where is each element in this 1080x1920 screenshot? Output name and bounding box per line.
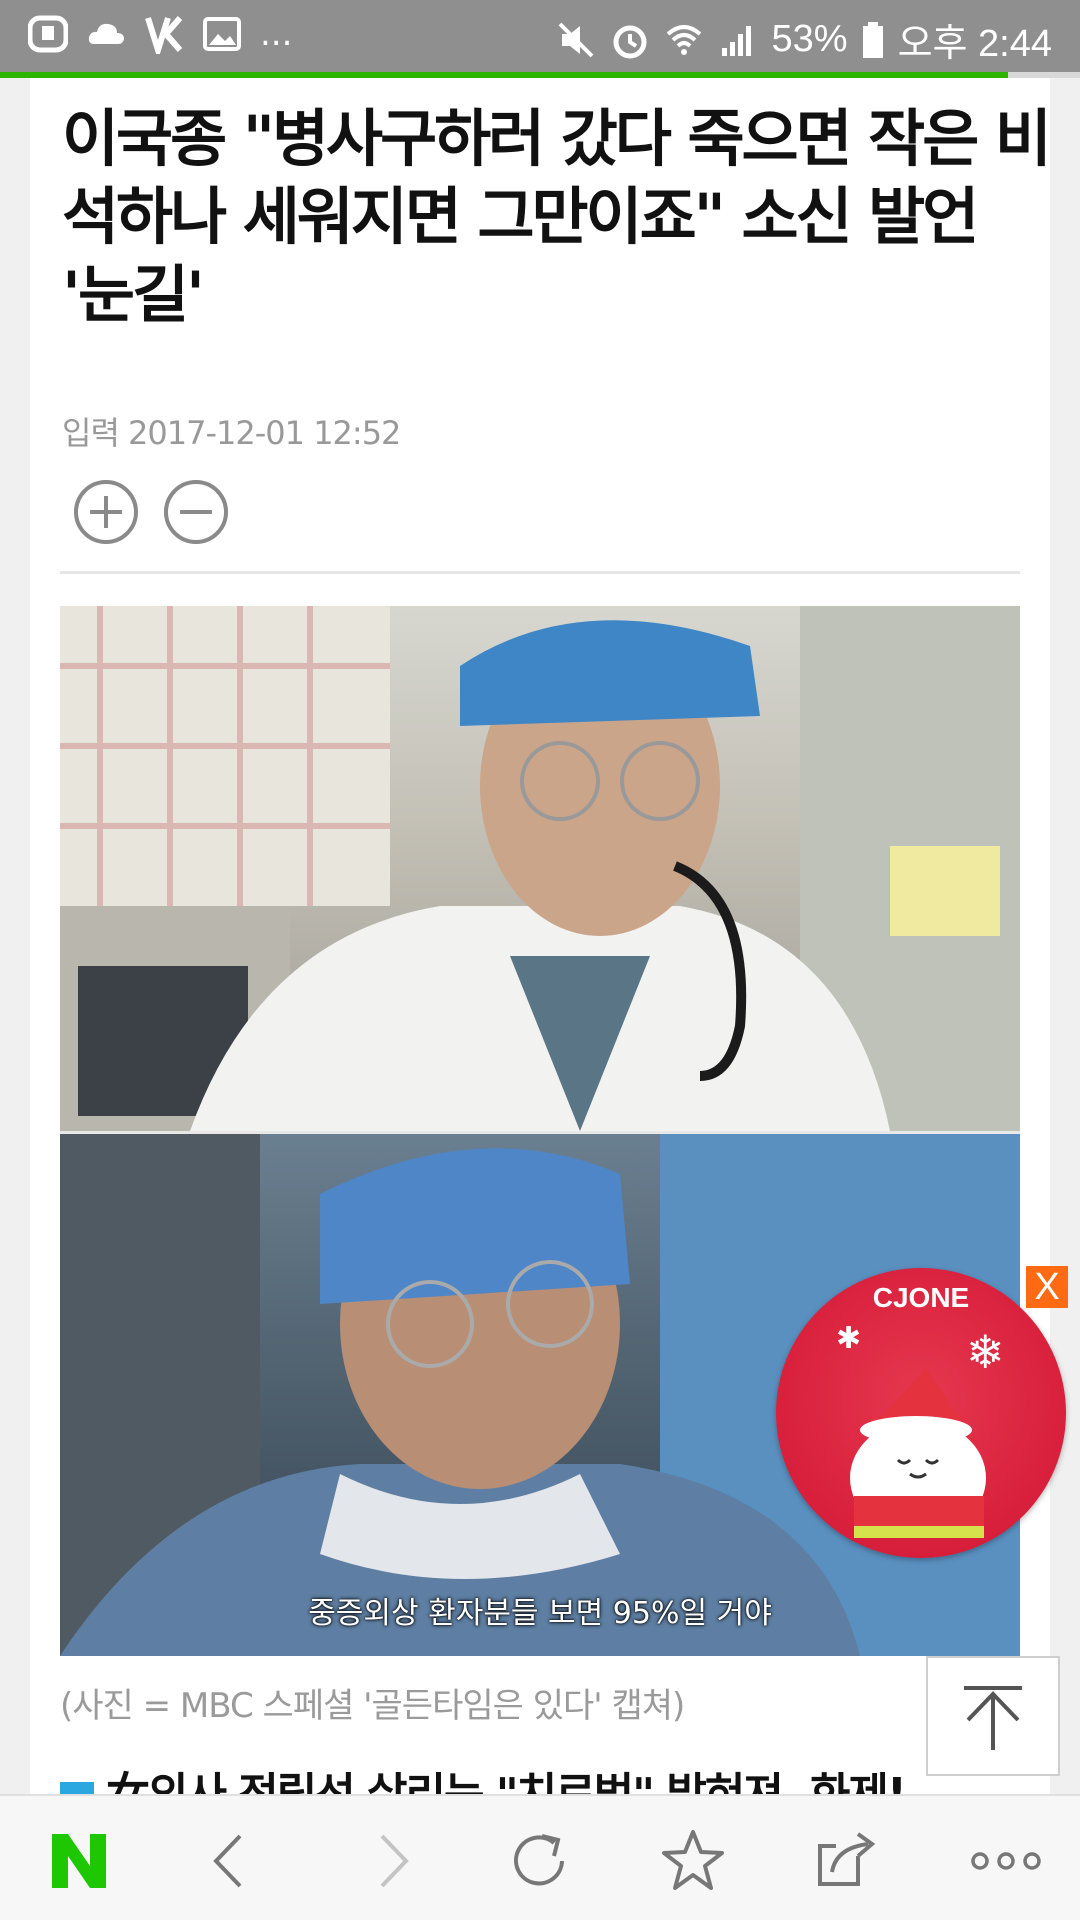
vpn-icon bbox=[145, 16, 183, 54]
share-icon[interactable] bbox=[812, 1826, 882, 1896]
bookmark-star-icon[interactable] bbox=[658, 1826, 728, 1896]
play-icon bbox=[60, 1782, 94, 1794]
battery-percent: 53% bbox=[771, 18, 848, 60]
signal-icon bbox=[721, 25, 751, 56]
naver-logo-icon[interactable] bbox=[44, 1826, 114, 1896]
app-notification-icon bbox=[28, 15, 68, 53]
photo-panel-top bbox=[60, 606, 1020, 1131]
scroll-to-top-button[interactable] bbox=[926, 1656, 1060, 1776]
status-right-icons: 53% 오후 2:44 bbox=[556, 12, 1052, 67]
status-time: 오후 2:44 bbox=[897, 23, 1052, 65]
wifi-icon bbox=[666, 24, 701, 55]
arrow-up-icon bbox=[964, 1686, 1022, 1750]
status-left-icons: ... bbox=[28, 14, 292, 54]
status-more: ... bbox=[260, 14, 293, 54]
status-bar: ... 53% 오후 2:44 bbox=[0, 0, 1080, 72]
alarm-icon bbox=[613, 25, 646, 58]
battery-icon bbox=[862, 21, 883, 58]
divider bbox=[60, 571, 1020, 574]
svg-text:❄: ❄ bbox=[966, 1325, 1005, 1379]
back-icon[interactable] bbox=[196, 1826, 266, 1896]
more-icon[interactable] bbox=[966, 1826, 1046, 1896]
doctor-illustration-top bbox=[60, 606, 1020, 1131]
zoom-in-icon[interactable] bbox=[72, 478, 140, 546]
image-icon bbox=[203, 17, 241, 51]
photo-caption: (사진 = MBC 스페셜 '골든타임은 있다' 캡쳐) bbox=[60, 1686, 685, 1726]
cjone-ad-banner[interactable]: CJONE ✱ ❄ bbox=[776, 1268, 1066, 1558]
mute-icon bbox=[558, 22, 593, 57]
svg-text:✱: ✱ bbox=[836, 1321, 861, 1356]
article-date: 입력 2017-12-01 12:52 bbox=[62, 414, 401, 452]
photo-subtitle: 중증외상 환자분들 보면 95%일 거야 bbox=[308, 1596, 772, 1631]
related-article-title: 女의사 전립선 살리는 "치료법" 발혀져, 화제! bbox=[106, 1769, 907, 1794]
article-headline: 이국종 "병사구하러 갔다 죽으면 작은 비석하나 세워지면 그만이죠" 소신 … bbox=[62, 102, 1050, 331]
related-article-link[interactable]: 女의사 전립선 살리는 "치료법" 발혀져, 화제! bbox=[60, 1758, 907, 1794]
browser-bottom-bar bbox=[0, 1794, 1080, 1920]
santa-snowman-illustration: ✱ ❄ bbox=[836, 1321, 1005, 1538]
zoom-out-icon[interactable] bbox=[162, 478, 230, 546]
refresh-icon[interactable] bbox=[504, 1826, 574, 1896]
ad-close-button[interactable]: X bbox=[1026, 1266, 1068, 1308]
cloud-icon bbox=[88, 23, 124, 44]
forward-icon[interactable] bbox=[356, 1826, 426, 1896]
